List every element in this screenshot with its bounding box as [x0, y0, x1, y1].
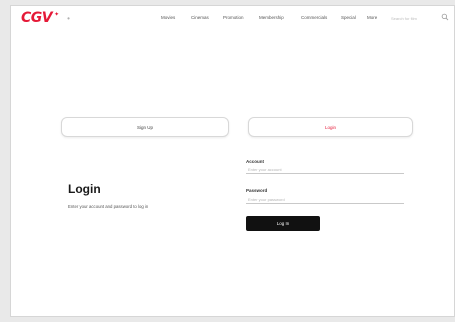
tab-login-label: Login [324, 124, 336, 130]
logo-star-icon: ✦ [54, 11, 60, 18]
cgv-logo[interactable]: CGV ✦ • [21, 10, 70, 26]
tab-sign-up-label: Sign Up [136, 124, 153, 130]
account-label: Account [246, 159, 264, 164]
site-header: CGV ✦ • Movies Cinemas Promotion Members… [11, 6, 454, 34]
nav-item-membership[interactable]: Membership [259, 15, 284, 20]
browser-viewport: CGV ✦ • Movies Cinemas Promotion Members… [10, 5, 455, 317]
page-subtitle: Enter your account and password to log i… [68, 204, 149, 209]
nav-item-special[interactable]: Special [341, 15, 356, 20]
nav-item-commercials[interactable]: Commercials [301, 15, 327, 20]
log-in-button[interactable]: Log In [246, 216, 320, 231]
password-input[interactable] [246, 195, 404, 204]
logo-text: CGV [21, 10, 53, 26]
search-input[interactable] [391, 14, 431, 22]
tab-sign-up[interactable]: Sign Up [61, 117, 229, 137]
page-title: Login [68, 182, 101, 196]
nav-item-promotion[interactable]: Promotion [223, 15, 244, 20]
nav-item-movies[interactable]: Movies [161, 15, 175, 20]
search-icon[interactable] [441, 13, 449, 21]
nav-item-cinemas[interactable]: Cinemas [191, 15, 209, 20]
account-input[interactable] [246, 165, 404, 174]
password-label: Password [246, 188, 268, 193]
nav-item-more[interactable]: More [367, 15, 377, 20]
logo-dot-icon: • [67, 13, 70, 23]
tab-login[interactable]: Login [248, 117, 413, 137]
